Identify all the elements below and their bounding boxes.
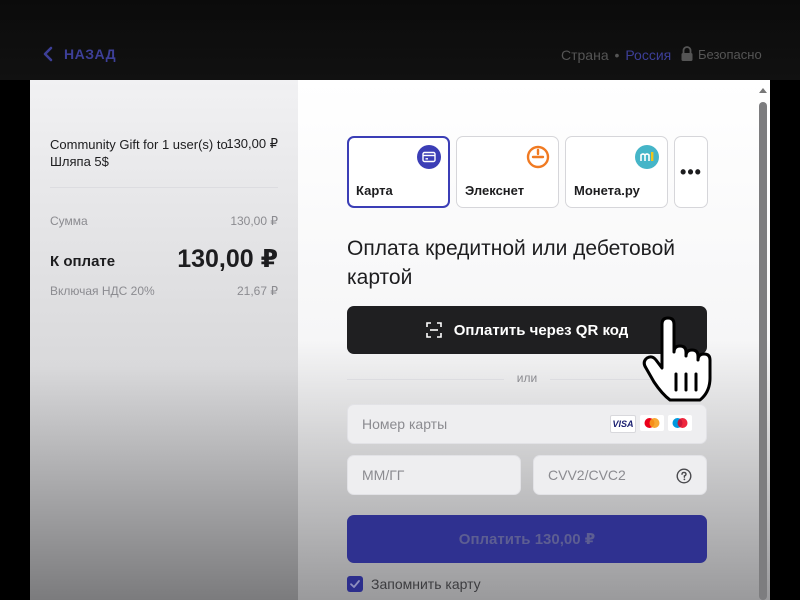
secure-indicator: Безопасно: [680, 46, 762, 62]
checkmark-icon: [350, 580, 360, 588]
order-item-price: 130,00 ₽: [226, 136, 278, 151]
top-bar: [0, 0, 800, 80]
method-card-label: Карта: [356, 183, 393, 198]
summary-divider: [50, 187, 278, 188]
elecsnet-logo-icon: [526, 145, 550, 169]
vat-label: Включая НДС 20%: [50, 284, 155, 298]
or-label: или: [516, 371, 538, 385]
card-icon: [417, 145, 441, 169]
method-moneta[interactable]: Монета.ру: [565, 136, 668, 208]
subtotal-label: Сумма: [50, 214, 88, 228]
back-button[interactable]: НАЗАД: [42, 46, 116, 62]
moneta-logo-icon: [635, 145, 659, 169]
method-card[interactable]: Карта: [347, 136, 450, 208]
or-line-right: [550, 379, 707, 380]
card-number-field[interactable]: Номер карты VISA: [347, 404, 707, 444]
maestro-logo-icon: [668, 415, 692, 431]
qr-scan-icon: [425, 322, 442, 338]
cvv-placeholder: CVV2/CVC2: [548, 467, 626, 483]
chevron-left-icon: [43, 46, 53, 62]
visa-logo-icon: VISA: [610, 415, 636, 433]
expiry-placeholder: ММ/ГГ: [362, 467, 405, 483]
pay-button-label: Оплатить 130,00 ₽: [458, 531, 596, 548]
remember-card-row: Запомнить карту: [347, 576, 481, 592]
expiry-field[interactable]: ММ/ГГ: [347, 455, 521, 495]
subtotal-value: 130,00 ₽: [230, 214, 278, 228]
remember-card-checkbox[interactable]: [347, 576, 363, 592]
country-label: Страна: [561, 47, 609, 63]
method-moneta-label: Монета.ру: [574, 183, 640, 198]
card-number-placeholder: Номер карты: [362, 416, 448, 432]
order-summary-panel: Community Gift for 1 user(s) to Шляпа 5$…: [30, 80, 298, 600]
method-elecsnet-label: Элекснет: [465, 183, 525, 198]
qr-pay-label: Оплатить через QR код: [453, 321, 629, 339]
pay-button[interactable]: Оплатить 130,00 ₽: [347, 515, 707, 563]
scroll-up-arrow-icon[interactable]: [759, 88, 767, 93]
remember-card-label: Запомнить карту: [371, 576, 481, 592]
country-selector[interactable]: Страна • Россия: [561, 47, 671, 63]
cvv-field[interactable]: CVV2/CVC2: [533, 455, 707, 495]
order-item-name: Community Gift for 1 user(s) to Шляпа 5$: [50, 137, 228, 169]
more-methods-button[interactable]: •••: [674, 136, 708, 208]
secure-label: Безопасно: [698, 46, 762, 62]
card-brand-logos: VISA: [610, 415, 692, 433]
total-label: К оплате: [50, 253, 116, 270]
country-separator: •: [614, 47, 620, 63]
total-value: 130,00 ₽: [177, 245, 278, 273]
help-icon[interactable]: [676, 468, 692, 484]
or-divider: или: [347, 371, 707, 387]
mastercard-logo-icon: [640, 415, 664, 431]
country-value: Россия: [625, 47, 672, 63]
payment-heading: Оплата кредитной или дебетовой картой: [347, 237, 676, 289]
scrollbar-thumb[interactable]: [759, 102, 767, 600]
qr-pay-button[interactable]: Оплатить через QR код: [347, 306, 707, 354]
lock-icon: [681, 46, 693, 61]
payment-methods: Карта Элекснет Монета.ру •••: [347, 136, 708, 208]
more-dots-icon: •••: [680, 161, 702, 182]
method-elecsnet[interactable]: Элекснет: [456, 136, 559, 208]
vat-value: 21,67 ₽: [237, 284, 278, 298]
back-label: НАЗАД: [64, 46, 117, 62]
